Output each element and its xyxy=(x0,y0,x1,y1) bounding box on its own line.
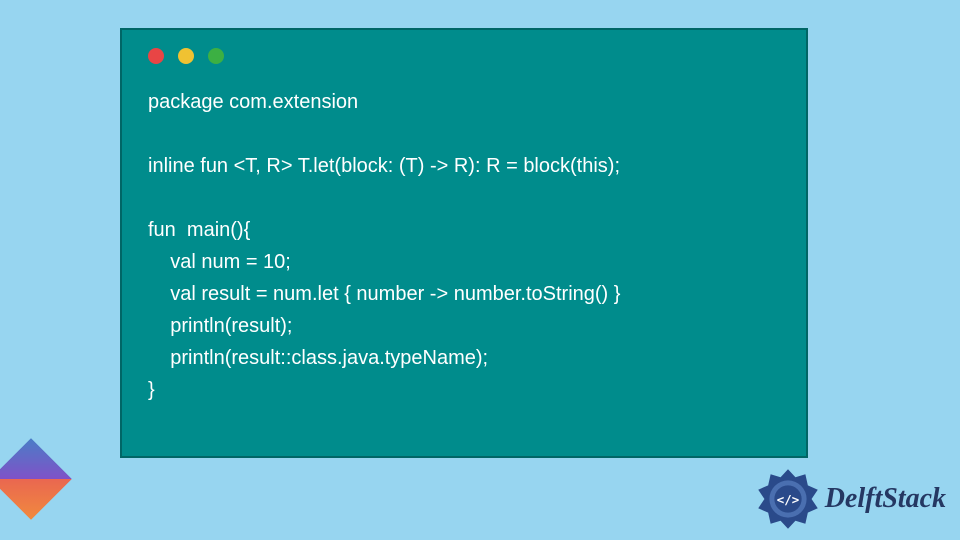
code-line: inline fun <T, R> T.let(block: (T) -> R)… xyxy=(148,155,620,177)
window-controls xyxy=(148,48,786,64)
close-icon xyxy=(148,48,164,64)
svg-text:</>: </> xyxy=(776,492,798,507)
code-content: package com.extension inline fun <T, R> … xyxy=(148,86,786,406)
code-line: package com.extension xyxy=(148,91,358,113)
code-line: println(result); xyxy=(148,315,292,337)
code-panel: package com.extension inline fun <T, R> … xyxy=(120,28,808,458)
maximize-icon xyxy=(208,48,224,64)
code-line: fun main(){ xyxy=(148,219,250,241)
kotlin-icon xyxy=(0,438,72,520)
brand-text: DelftStack xyxy=(825,483,946,515)
code-line: val result = num.let { number -> number.… xyxy=(148,283,620,305)
minimize-icon xyxy=(178,48,194,64)
gear-icon: </> xyxy=(757,468,819,530)
delftstack-logo: </> DelftStack xyxy=(757,468,946,530)
code-line: println(result::class.java.typeName); xyxy=(148,347,488,369)
code-line: } xyxy=(148,379,155,401)
code-line: val num = 10; xyxy=(148,251,291,273)
